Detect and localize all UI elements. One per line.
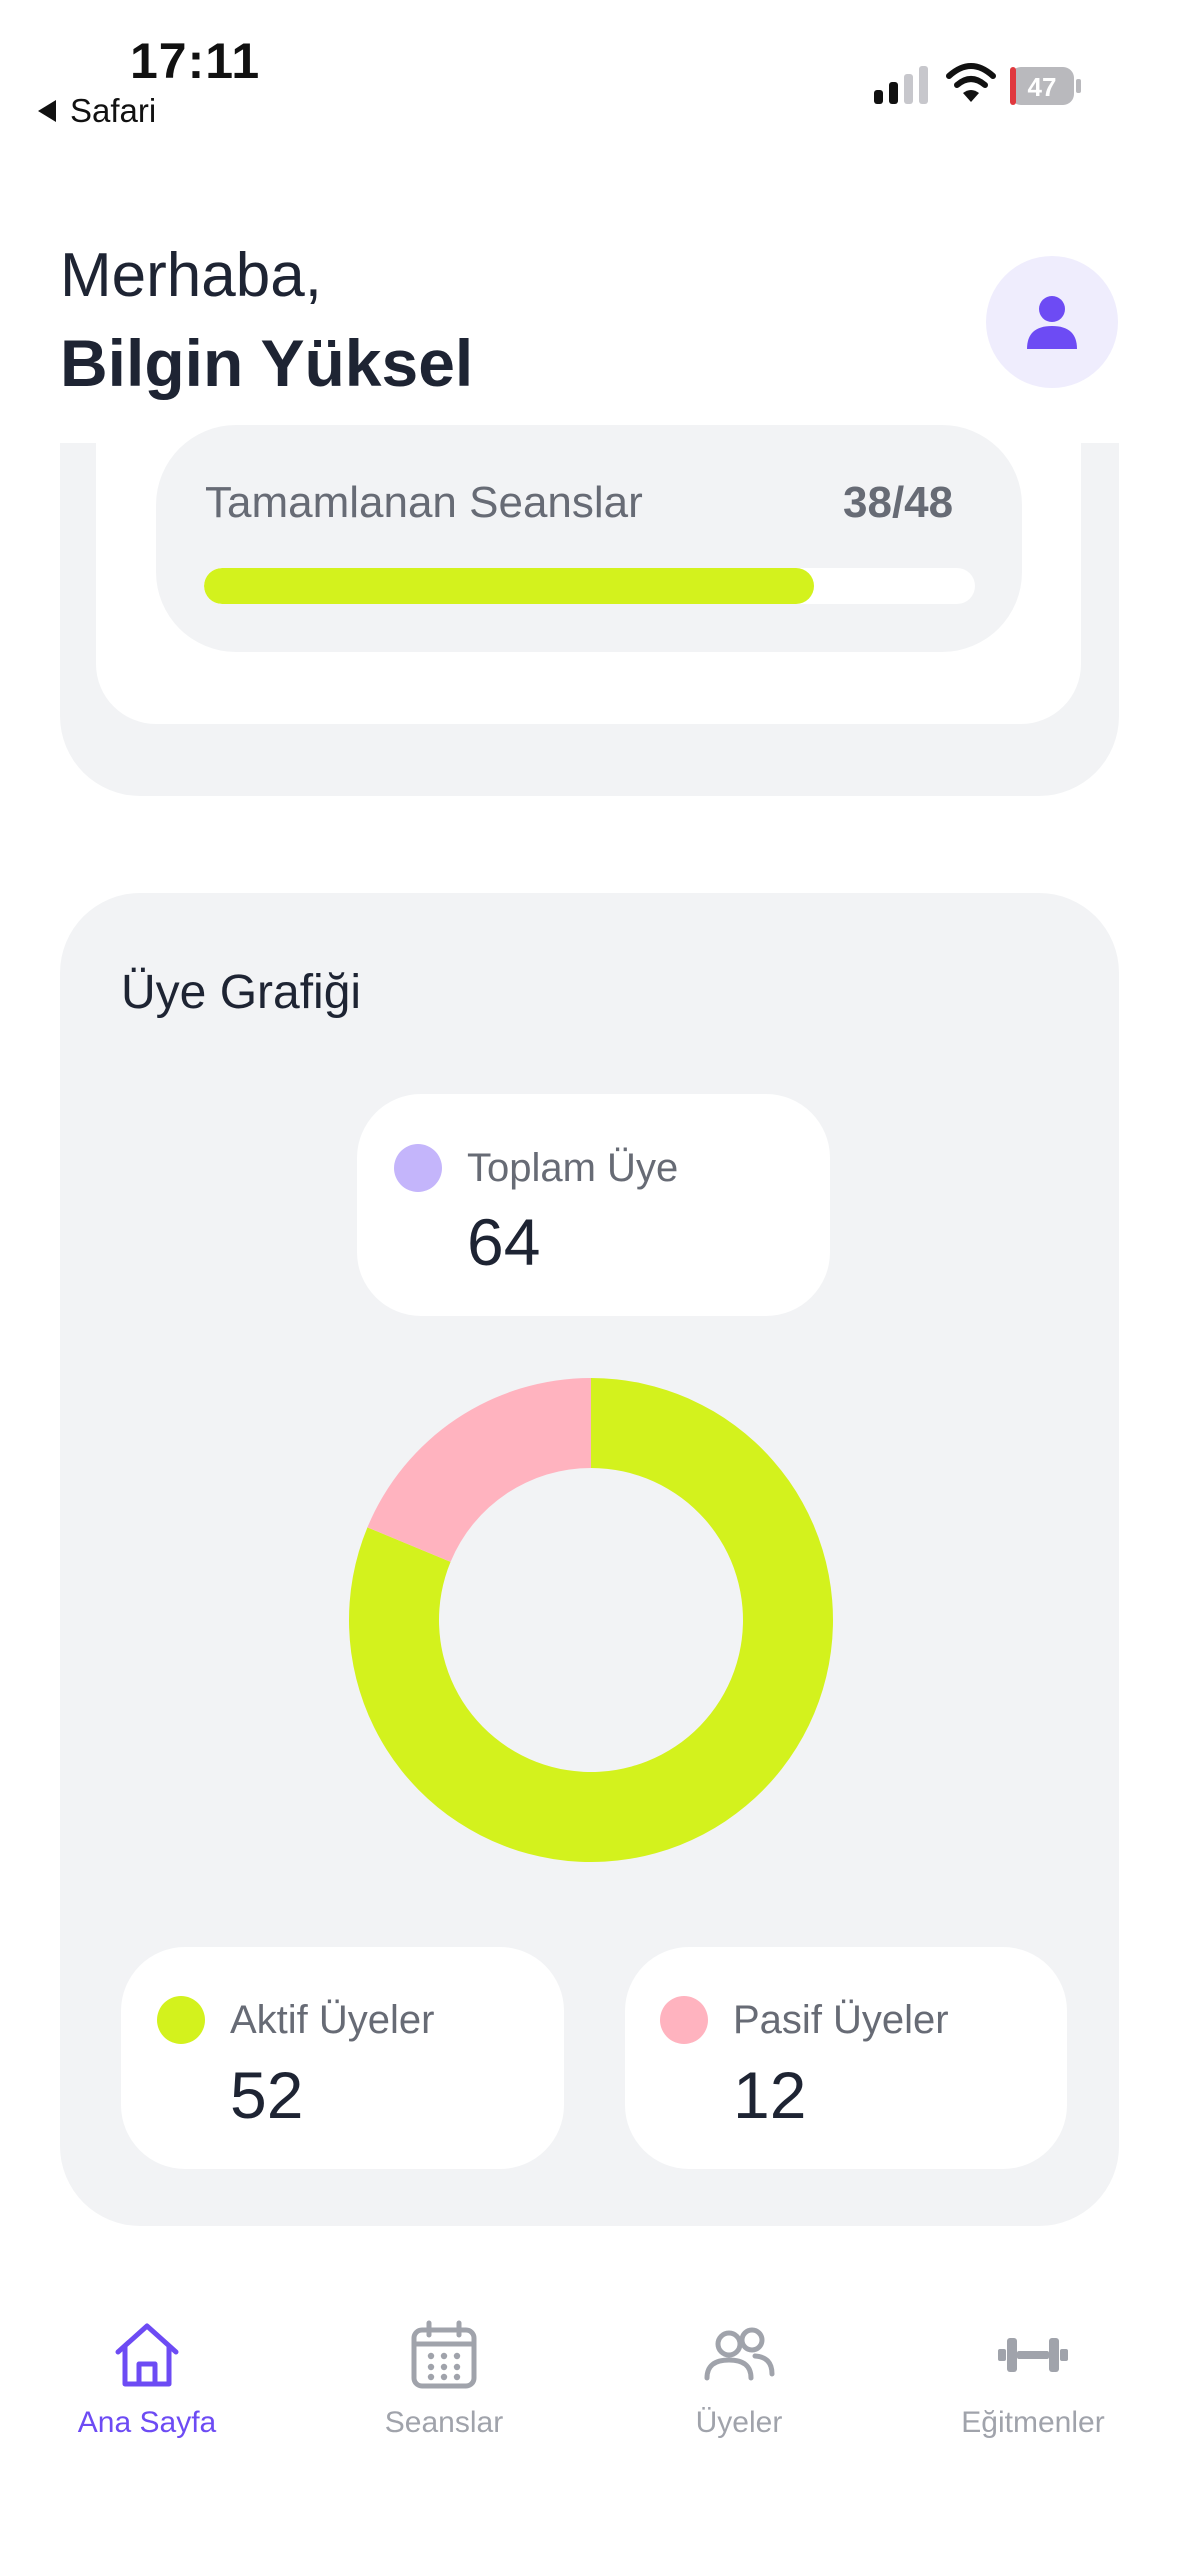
home-icon xyxy=(115,2323,179,2387)
cellular-signal-icon xyxy=(874,66,928,104)
profile-avatar-button[interactable] xyxy=(986,256,1118,388)
battery-icon: 47 xyxy=(1010,67,1081,105)
passive-members-box xyxy=(625,1947,1067,2169)
tab-members-label: Üyeler xyxy=(695,2406,783,2439)
user-icon xyxy=(1027,296,1077,349)
completed-sessions-label: Tamamlanan Seanslar xyxy=(205,478,643,527)
passive-members-label: Pasif Üyeler xyxy=(733,1998,949,2042)
greeting-hello: Merhaba, xyxy=(60,241,322,310)
active-members-label: Aktif Üyeler xyxy=(230,1998,435,2042)
donut-slice-passive xyxy=(367,1378,591,1562)
back-label: Safari xyxy=(70,92,157,129)
completed-sessions-card xyxy=(156,425,1022,652)
member-donut-chart xyxy=(349,1378,833,1862)
tab-home-label: Ana Sayfa xyxy=(77,2406,217,2439)
users-icon xyxy=(704,2327,775,2381)
total-members-dot xyxy=(394,1144,442,1192)
battery-level: 47 xyxy=(1028,72,1057,102)
active-members-value: 52 xyxy=(230,2058,304,2132)
total-members-box xyxy=(357,1094,830,1316)
total-members-value: 64 xyxy=(467,1205,541,1279)
tab-members[interactable]: Üyeler xyxy=(614,2318,864,2440)
active-members-dot xyxy=(157,1996,205,2044)
active-members-box xyxy=(121,1947,564,2169)
completed-sessions-count: 38/48 xyxy=(843,478,954,527)
passive-members-value: 12 xyxy=(733,2058,807,2132)
status-time: 17:11 xyxy=(130,33,261,89)
sessions-progress-bar xyxy=(204,568,975,604)
total-members-label: Toplam Üye xyxy=(467,1146,679,1190)
back-to-safari[interactable]: Safari xyxy=(38,92,156,130)
tab-home[interactable]: Ana Sayfa xyxy=(22,2318,272,2440)
user-name: Bilgin Yüksel xyxy=(60,326,474,400)
tab-trainers-label: Eğitmenler xyxy=(961,2406,1105,2439)
tab-trainers[interactable]: Eğitmenler xyxy=(908,2318,1158,2440)
tab-sessions-label: Seanslar xyxy=(384,2406,504,2439)
member-chart-title: Üye Grafiği xyxy=(121,966,362,1019)
tab-sessions[interactable]: Seanslar xyxy=(319,2318,569,2440)
calendar-icon xyxy=(411,2320,477,2389)
back-arrow-icon xyxy=(38,100,56,122)
dumbbell-icon xyxy=(998,2338,1068,2372)
wifi-icon xyxy=(946,63,996,102)
sessions-progress-fill xyxy=(204,568,815,604)
passive-members-dot xyxy=(660,1996,708,2044)
